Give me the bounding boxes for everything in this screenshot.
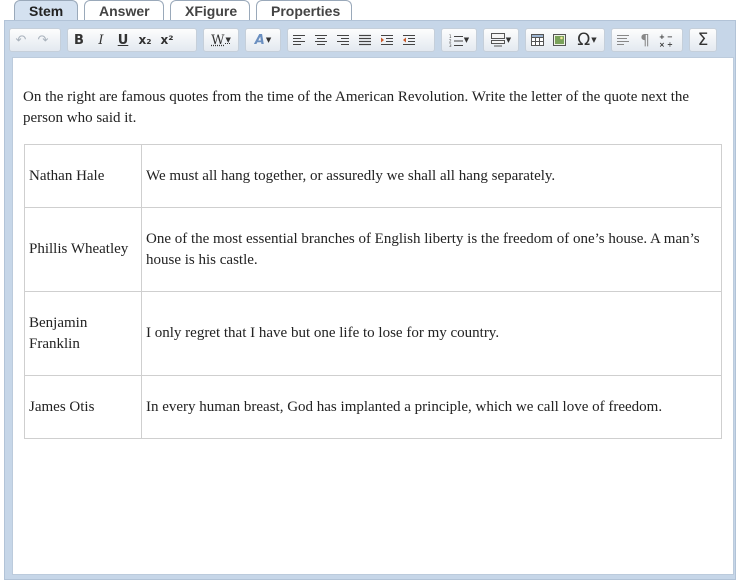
quote-cell[interactable]: I only regret that I have but one life t… <box>141 291 722 376</box>
chevron-down-icon: ▼ <box>265 36 272 44</box>
spellcheck-group: W ▼ <box>203 28 239 52</box>
tab-xfigure[interactable]: XFigure <box>170 0 250 20</box>
editor-toolbar: ↶ ↷ B I U x₂ x² W ▼ A ▼ 1 2 3 ▼ ▼ Ω ▼ ¶ … <box>9 25 731 55</box>
indent-icon[interactable] <box>376 29 398 51</box>
numbered-list-button[interactable]: 1 2 3 ▼ <box>442 29 476 51</box>
svg-text:+: + <box>659 33 665 41</box>
outdent-icon[interactable] <box>398 29 420 51</box>
math-operators-icon[interactable]: + − × ÷ <box>656 29 678 51</box>
tab-bar: Stem Answer XFigure Properties <box>14 0 352 22</box>
spellcheck-label: W <box>211 32 225 48</box>
subscript-button[interactable]: x₂ <box>134 29 156 51</box>
svg-text:÷: ÷ <box>667 41 673 48</box>
style-group: A ▼ <box>245 28 281 52</box>
editor-content[interactable]: On the right are famous quotes from the … <box>12 57 734 575</box>
person-cell[interactable]: Phillis Wheatley <box>24 207 142 292</box>
quote-table: Nathan Hale We must all hang together, o… <box>24 144 722 439</box>
person-cell[interactable]: Benjamin Franklin <box>24 291 142 376</box>
align-center-icon[interactable] <box>310 29 332 51</box>
equation-group: Σ <box>689 28 717 52</box>
list-group: 1 2 3 ▼ <box>441 28 477 52</box>
sigma-icon[interactable]: Σ <box>690 29 716 51</box>
quote-cell[interactable]: One of the most essential branches of En… <box>141 207 722 292</box>
omega-icon: Ω <box>577 30 591 50</box>
chevron-down-icon: ▼ <box>505 36 512 44</box>
chevron-down-icon: ▼ <box>463 36 470 44</box>
table-row: Nathan Hale We must all hang together, o… <box>24 144 722 208</box>
format-group: B I U x₂ x² <box>67 28 197 52</box>
table-row: Benjamin Franklin I only regret that I h… <box>24 291 722 376</box>
pilcrow-icon[interactable]: ¶ <box>634 29 656 51</box>
spellcheck-button[interactable]: W ▼ <box>204 29 238 51</box>
superscript-button[interactable]: x² <box>156 29 178 51</box>
quote-cell[interactable]: In every human breast, God has implanted… <box>141 375 722 439</box>
person-cell[interactable]: James Otis <box>24 375 142 439</box>
tab-answer[interactable]: Answer <box>84 0 164 20</box>
block-group: ▼ <box>483 28 519 52</box>
block-style-icon <box>490 33 505 47</box>
svg-text:3: 3 <box>449 43 452 47</box>
bold-button[interactable]: B <box>68 29 90 51</box>
table-icon[interactable] <box>526 29 548 51</box>
chevron-down-icon: ▼ <box>591 36 597 44</box>
table-row: Phillis Wheatley One of the most essenti… <box>24 207 722 292</box>
table-row: James Otis In every human breast, God ha… <box>24 375 722 439</box>
misc-group: ¶ + − × ÷ <box>611 28 683 52</box>
quote-cell[interactable]: We must all hang together, or assuredly … <box>141 144 722 208</box>
special-char-button[interactable]: Ω ▼ <box>570 29 604 51</box>
svg-text:−: − <box>667 33 673 41</box>
font-style-button[interactable]: A ▼ <box>246 29 280 51</box>
align-left-icon[interactable] <box>288 29 310 51</box>
insert-group: Ω ▼ <box>525 28 605 52</box>
align-group <box>287 28 435 52</box>
undo-icon[interactable]: ↶ <box>10 29 32 51</box>
block-style-button[interactable]: ▼ <box>484 29 518 51</box>
image-icon[interactable] <box>548 29 570 51</box>
editor-frame: ↶ ↷ B I U x₂ x² W ▼ A ▼ 1 2 3 ▼ ▼ Ω ▼ ¶ … <box>4 20 736 580</box>
svg-text:×: × <box>659 41 665 48</box>
chevron-down-icon: ▼ <box>225 36 231 44</box>
history-group: ↶ ↷ <box>9 28 61 52</box>
numbered-list-icon: 123 <box>449 34 463 47</box>
font-style-icon: A <box>254 32 265 48</box>
paragraph-format-icon[interactable] <box>612 29 634 51</box>
align-justify-icon[interactable] <box>354 29 376 51</box>
underline-button[interactable]: U <box>112 29 134 51</box>
person-cell[interactable]: Nathan Hale <box>24 144 142 208</box>
tab-properties[interactable]: Properties <box>256 0 352 20</box>
align-right-icon[interactable] <box>332 29 354 51</box>
tab-stem[interactable]: Stem <box>14 0 78 20</box>
italic-button[interactable]: I <box>90 29 112 51</box>
question-intro: On the right are famous quotes from the … <box>23 89 690 126</box>
redo-icon[interactable]: ↷ <box>32 29 54 51</box>
